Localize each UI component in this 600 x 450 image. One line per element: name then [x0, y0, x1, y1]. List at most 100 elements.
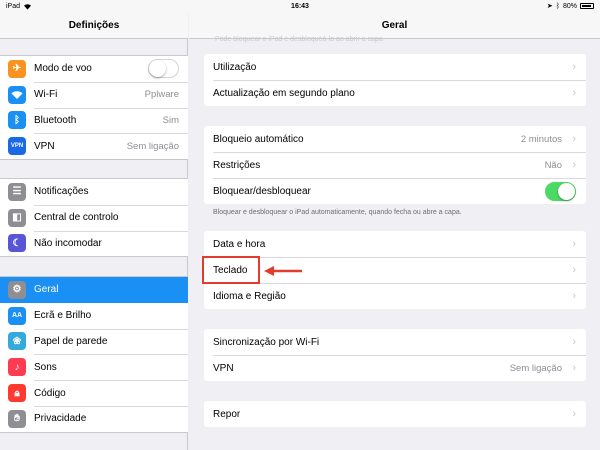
chevron-right-icon: ›	[572, 362, 576, 374]
scrolled-hint-text: Pode bloquear o iPad e desbloqueá-lo ao …	[215, 36, 383, 43]
row-label: Data e hora	[213, 238, 266, 250]
row-language-region[interactable]: Idioma e Região ›	[204, 283, 586, 309]
battery-icon	[580, 3, 594, 9]
chevron-right-icon: ›	[572, 238, 576, 250]
sidebar-item-label: Papel de parede	[34, 335, 108, 347]
pointer-arrow-icon	[264, 266, 302, 276]
wallpaper-icon: ❀	[8, 332, 26, 351]
row-label: Sincronização por Wi-Fi	[213, 336, 320, 348]
row-label: Repor	[213, 408, 241, 420]
wifi-icon	[8, 85, 26, 104]
status-time: 16:43	[291, 2, 309, 10]
display-icon: AA	[8, 306, 26, 325]
sidebar-item-value: Sim	[162, 114, 179, 126]
sidebar-item-label: Privacidade	[34, 413, 87, 425]
gear-icon: ⚙	[8, 280, 26, 299]
battery-percent: 80%	[562, 2, 577, 10]
sidebar-item-wallpaper[interactable]: ❀ Papel de parede	[0, 328, 188, 355]
sidebar-item-passcode[interactable]: 🔒︎ Código	[0, 380, 188, 406]
airplane-icon: ✈	[8, 59, 26, 78]
sidebar-item-display-brightness[interactable]: AA Ecrã e Brilho	[0, 303, 188, 329]
sidebar-item-control-center[interactable]: ◧ Central de controlo	[0, 204, 188, 231]
row-reset[interactable]: Repor ›	[204, 401, 586, 427]
sidebar-item-label: Modo de voo	[34, 63, 92, 75]
vpn-icon: VPN	[8, 137, 26, 156]
row-vpn[interactable]: VPN Sem ligação ›	[204, 355, 586, 381]
chevron-right-icon: ›	[572, 336, 576, 348]
page-title: Geral	[189, 12, 600, 39]
sidebar-title: Definições	[0, 12, 188, 39]
chevron-right-icon: ›	[572, 87, 576, 99]
sidebar-group-general: ⚙ Geral AA Ecrã e Brilho ❀ Papel de pare…	[0, 276, 188, 433]
row-date-time[interactable]: Data e hora ›	[204, 231, 586, 257]
sidebar-item-value: Sem ligação	[126, 140, 179, 152]
bluetooth-status-icon: ᛒ	[555, 2, 560, 10]
sidebar-item-label: VPN	[34, 140, 55, 152]
sidebar-item-wifi[interactable]: Wi-Fi Pplware	[0, 81, 188, 108]
sidebar-item-label: Geral	[34, 284, 59, 296]
row-lock-unlock: Bloquear/desbloquear	[204, 178, 586, 204]
general-group-usage: Utilização › Actualização em segundo pla…	[204, 54, 586, 106]
chevron-right-icon: ›	[572, 290, 576, 302]
lock-unlock-toggle[interactable]	[545, 181, 576, 201]
chevron-right-icon: ›	[572, 408, 576, 420]
lock-unlock-footnote: Bloquear e desbloquear o iPad automatica…	[213, 209, 462, 216]
row-label: Utilização	[213, 61, 257, 73]
row-keyboard[interactable]: Teclado ›	[204, 257, 586, 283]
general-group-reset: Repor ›	[204, 401, 586, 427]
settings-sidebar: Definições ✈ Modo de voo Wi-Fi Pplware ᛒ…	[0, 0, 188, 450]
sidebar-item-label: Código	[34, 387, 66, 399]
wifi-status-icon	[24, 3, 32, 10]
bluetooth-icon: ᛒ	[8, 111, 26, 130]
sound-icon: ♪	[8, 358, 26, 377]
sidebar-item-notifications[interactable]: ☰ Notificações	[0, 179, 188, 205]
sidebar-item-general[interactable]: ⚙ Geral	[0, 277, 188, 303]
location-icon: ➤	[546, 3, 553, 10]
sidebar-group-notifications: ☰ Notificações ◧ Central de controlo ☾ N…	[0, 178, 188, 258]
row-wifi-sync[interactable]: Sincronização por Wi-Fi ›	[204, 329, 586, 355]
row-value: 2 minutos	[520, 133, 562, 145]
row-label: Restrições	[213, 159, 261, 171]
sidebar-item-sounds[interactable]: ♪ Sons	[0, 354, 188, 380]
sidebar-item-label: Bluetooth	[34, 114, 77, 126]
row-label: Idioma e Região	[213, 290, 286, 302]
control-center-icon: ◧	[8, 208, 26, 227]
device-name: iPad	[6, 2, 21, 10]
row-background-refresh[interactable]: Actualização em segundo plano ›	[204, 80, 586, 106]
row-restrictions[interactable]: Restrições Não ›	[204, 152, 586, 178]
row-label: Actualização em segundo plano	[213, 87, 355, 99]
sidebar-item-label: Wi-Fi	[34, 89, 58, 101]
sidebar-item-label: Sons	[34, 361, 57, 373]
row-label: Bloquear/desbloquear	[213, 185, 311, 197]
sidebar-item-privacy[interactable]: ✋︎ Privacidade	[0, 405, 188, 432]
hand-icon: ✋︎	[8, 409, 26, 428]
chevron-right-icon: ›	[572, 264, 576, 276]
general-group-date-keyboard: Data e hora › Teclado › Idioma e Região …	[204, 231, 586, 309]
sidebar-item-bluetooth[interactable]: ᛒ Bluetooth Sim	[0, 107, 188, 134]
row-label: Bloqueio automático	[213, 133, 304, 145]
sidebar-item-label: Notificações	[34, 186, 89, 198]
chevron-right-icon: ›	[572, 159, 576, 171]
sidebar-item-do-not-disturb[interactable]: ☾ Não incomodar	[0, 230, 188, 257]
sidebar-item-label: Central de controlo	[34, 212, 119, 224]
row-auto-lock[interactable]: Bloqueio automático 2 minutos ›	[204, 126, 586, 152]
keyboard-highlight-box	[202, 256, 260, 284]
sidebar-item-label: Não incomodar	[34, 237, 102, 249]
moon-icon: ☾	[8, 234, 26, 253]
row-value: Não	[544, 159, 562, 171]
chevron-right-icon: ›	[572, 61, 576, 73]
row-label: VPN	[213, 362, 234, 374]
general-group-sync: Sincronização por Wi-Fi › VPN Sem ligaçã…	[204, 329, 586, 381]
airplane-mode-toggle[interactable]	[148, 59, 179, 79]
notifications-icon: ☰	[8, 182, 26, 201]
sidebar-item-airplane-mode[interactable]: ✈ Modo de voo	[0, 56, 188, 82]
row-usage[interactable]: Utilização ›	[204, 54, 586, 80]
row-value: Sem ligação	[509, 362, 562, 374]
general-group-lock: Bloqueio automático 2 minutos › Restriçõ…	[204, 126, 586, 204]
sidebar-item-value: Pplware	[144, 89, 179, 101]
lock-icon: 🔒︎	[8, 384, 26, 403]
status-bar: iPad 16:43 ➤ ᛒ 80%	[0, 0, 600, 12]
chevron-right-icon: ›	[572, 133, 576, 145]
sidebar-group-connectivity: ✈ Modo de voo Wi-Fi Pplware ᛒ Bluetooth …	[0, 55, 188, 161]
sidebar-item-vpn[interactable]: VPN VPN Sem ligação	[0, 133, 188, 159]
